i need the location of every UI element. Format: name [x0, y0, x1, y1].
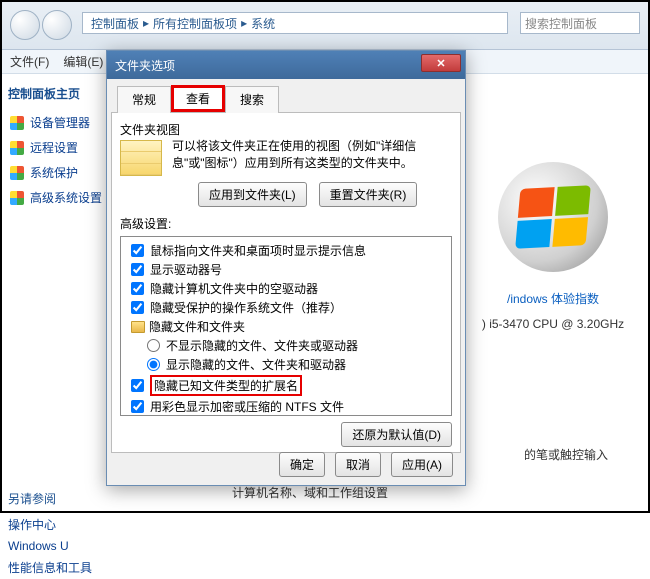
folder-view-text: 可以将该文件夹正在使用的视图（例如"详细信息"或"图标"）应用到所有这类型的文件…: [172, 138, 452, 176]
dialog-titlebar[interactable]: 文件夹选项 ✕: [107, 51, 465, 79]
setting-label: 隐藏计算机文件夹中的空驱动器: [150, 280, 318, 297]
input-label: 的笔或触控输入: [524, 446, 608, 463]
cpu-label: ) i5-3470 CPU @ 3.20GHz: [478, 317, 628, 331]
setting-label: 不显示隐藏的文件、文件夹或驱动器: [166, 337, 358, 354]
left-title: 控制面板主页: [8, 85, 116, 102]
menu-edit[interactable]: 编辑(E): [63, 53, 103, 70]
windows-logo: [498, 162, 608, 272]
tab-search[interactable]: 搜索: [225, 86, 279, 113]
breadcrumb-part[interactable]: 所有控制面板项: [153, 15, 237, 32]
computer-name-section: 计算机名称、域和工作组设置: [232, 484, 388, 501]
see-also-heading: 另请参阅: [8, 490, 116, 507]
advanced-setting-item[interactable]: 隐藏受保护的操作系统文件（推荐）: [123, 298, 449, 317]
setting-label: 隐藏受保护的操作系统文件（推荐）: [150, 299, 342, 316]
setting-label: 显示驱动器号: [150, 261, 222, 278]
apply-to-folders-button[interactable]: 应用到文件夹(L): [198, 182, 307, 207]
setting-label: 用彩色显示加密或压缩的 NTFS 文件: [150, 398, 344, 415]
breadcrumb-part[interactable]: 系统: [251, 15, 275, 32]
advanced-setting-item[interactable]: 隐藏已知文件类型的扩展名: [123, 374, 449, 397]
dialog-close-button[interactable]: ✕: [421, 54, 461, 72]
nav-buttons: [10, 10, 72, 40]
advanced-setting-item[interactable]: 隐藏文件和文件夹: [123, 317, 449, 336]
search-input[interactable]: 搜索控制面板: [520, 12, 640, 34]
setting-label: 鼠标指向文件夹和桌面项时显示提示信息: [150, 242, 366, 259]
setting-label: 显示隐藏的文件、文件夹和驱动器: [166, 356, 346, 373]
radio-option[interactable]: [147, 358, 160, 371]
advanced-setting-item[interactable]: 显示隐藏的文件、文件夹和驱动器: [123, 355, 449, 374]
shield-icon: [10, 191, 24, 205]
shield-icon: [10, 166, 24, 180]
tab-view-content: 文件夹视图 可以将该文件夹正在使用的视图（例如"详细信息"或"图标"）应用到所有…: [111, 113, 461, 453]
explorer-header: 控制面板 ▸ 所有控制面板项 ▸ 系统 搜索控制面板: [2, 2, 648, 50]
apply-button[interactable]: 应用(A): [391, 452, 453, 477]
back-button[interactable]: [10, 10, 40, 40]
menu-file[interactable]: 文件(F): [10, 53, 49, 70]
left-link-action-center[interactable]: 操作中心: [8, 513, 116, 536]
left-link-windows-update[interactable]: Windows U: [8, 536, 116, 556]
tab-view[interactable]: 查看: [171, 85, 225, 112]
windows-flag-icon: [515, 185, 591, 249]
left-link-performance[interactable]: 性能信息和工具: [8, 556, 116, 579]
dialog-buttons: 确定 取消 应用(A): [279, 452, 453, 477]
checkbox-option[interactable]: [131, 301, 144, 314]
advanced-label: 高级设置:: [120, 215, 452, 232]
ok-button[interactable]: 确定: [279, 452, 325, 477]
advanced-setting-item[interactable]: 鼠标指向文件夹和桌面项时显示提示信息: [123, 241, 449, 260]
system-info: /indows 体验指数 ) i5-3470 CPU @ 3.20GHz: [478, 162, 628, 331]
advanced-settings-list[interactable]: 鼠标指向文件夹和桌面项时显示提示信息显示驱动器号隐藏计算机文件夹中的空驱动器隐藏…: [120, 236, 452, 416]
sidebar-item-advanced[interactable]: 高级系统设置: [8, 185, 116, 210]
dialog-title-text: 文件夹选项: [115, 57, 175, 74]
forward-button[interactable]: [42, 10, 72, 40]
advanced-setting-item[interactable]: 显示驱动器号: [123, 260, 449, 279]
checkbox-option[interactable]: [131, 400, 144, 413]
folder-icon: [131, 321, 145, 333]
dialog-tabs: 常规 查看 搜索: [111, 85, 461, 113]
tab-general[interactable]: 常规: [117, 86, 171, 113]
checkbox-option[interactable]: [131, 282, 144, 295]
advanced-setting-item[interactable]: 不显示隐藏的文件、文件夹或驱动器: [123, 336, 449, 355]
folder-view-icon: [120, 140, 162, 176]
setting-label: 隐藏已知文件类型的扩展名: [150, 375, 302, 396]
cancel-button[interactable]: 取消: [335, 452, 381, 477]
setting-label: 隐藏文件和文件夹: [149, 318, 245, 335]
breadcrumb-part[interactable]: 控制面板: [91, 15, 139, 32]
reset-folders-button[interactable]: 重置文件夹(R): [319, 182, 418, 207]
sidebar-item-device-manager[interactable]: 设备管理器: [8, 110, 116, 135]
folder-options-dialog: 文件夹选项 ✕ 常规 查看 搜索 文件夹视图 可以将该文件夹正在使用的视图（例如…: [106, 50, 466, 486]
shield-icon: [10, 116, 24, 130]
sidebar-item-remote[interactable]: 远程设置: [8, 135, 116, 160]
restore-defaults-button[interactable]: 还原为默认值(D): [341, 422, 452, 447]
radio-option[interactable]: [147, 339, 160, 352]
advanced-setting-item[interactable]: 隐藏计算机文件夹中的空驱动器: [123, 279, 449, 298]
breadcrumb[interactable]: 控制面板 ▸ 所有控制面板项 ▸ 系统: [82, 12, 508, 34]
shield-icon: [10, 141, 24, 155]
checkbox-option[interactable]: [131, 244, 144, 257]
checkbox-option[interactable]: [131, 379, 144, 392]
sidebar-item-protection[interactable]: 系统保护: [8, 160, 116, 185]
folder-view-label: 文件夹视图: [120, 121, 452, 138]
left-panel: 控制面板主页 设备管理器 远程设置 系统保护 高级系统设置 另请参阅 操作中心 …: [2, 77, 122, 511]
advanced-setting-item[interactable]: 用彩色显示加密或压缩的 NTFS 文件: [123, 397, 449, 416]
checkbox-option[interactable]: [131, 263, 144, 276]
experience-index-link[interactable]: /indows 体验指数: [478, 290, 628, 307]
